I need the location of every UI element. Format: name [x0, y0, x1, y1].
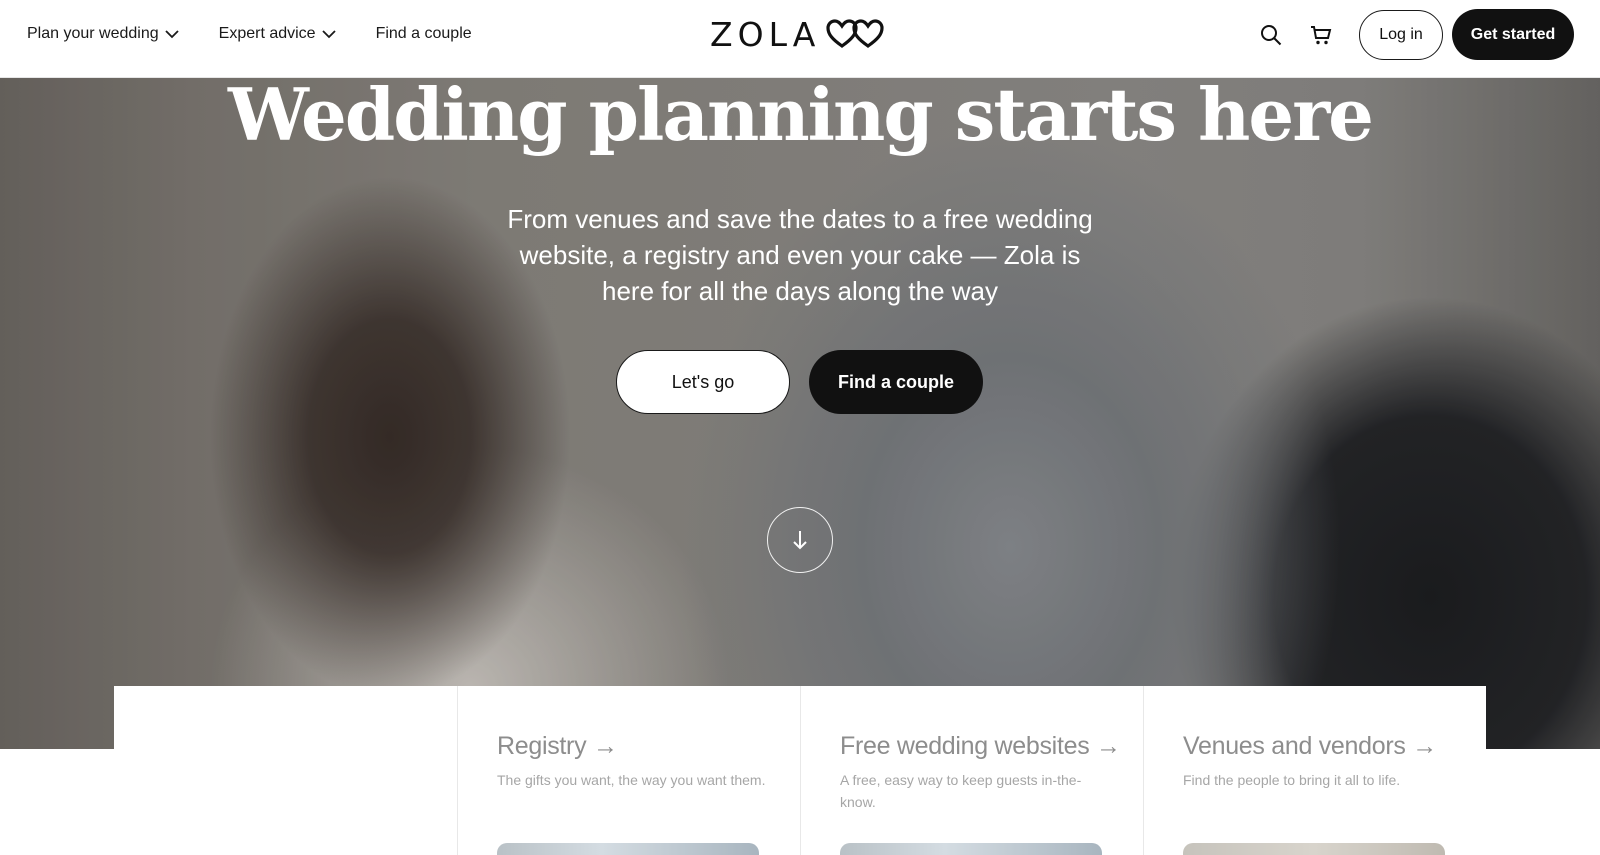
- nav-find-a-couple[interactable]: Find a couple: [376, 25, 472, 43]
- card-image: [497, 843, 759, 855]
- hero-title: Wedding planning starts here: [228, 77, 1374, 157]
- find-a-couple-button[interactable]: Find a couple: [809, 350, 983, 414]
- header-actions: Log in Get started: [1251, 9, 1574, 60]
- card-registry[interactable]: Registry → The gifts you want, the way y…: [457, 686, 800, 855]
- card-spacer: [114, 686, 457, 855]
- hero-section: Wedding planning starts here From venues…: [0, 77, 1600, 749]
- card-description: Find the people to bring it all to life.: [1183, 772, 1401, 788]
- nav-expert-advice[interactable]: Expert advice: [219, 25, 336, 43]
- primary-nav: Plan your wedding Expert advice Find a c…: [27, 0, 472, 68]
- nav-label: Find a couple: [375, 25, 472, 42]
- feature-cards: Registry → The gifts you want, the way y…: [114, 686, 1486, 855]
- arrow-right-icon: →: [1412, 732, 1437, 760]
- arrow-right-icon: →: [1096, 732, 1121, 760]
- arrow-right-icon: →: [592, 732, 618, 760]
- card-title: Free wedding websites →: [840, 732, 1121, 760]
- cart-icon: [1311, 25, 1332, 44]
- chevron-down-icon: [165, 30, 179, 39]
- card-description: The gifts you want, the way you want the…: [497, 772, 766, 788]
- nav-label: Expert advice: [218, 25, 316, 42]
- search-button[interactable]: [1251, 10, 1291, 60]
- arrow-down-icon: [793, 531, 807, 550]
- lets-go-button[interactable]: Let's go: [616, 350, 790, 414]
- cart-button[interactable]: [1301, 10, 1341, 60]
- hero-cta-group: Let's go Find a couple: [616, 350, 983, 414]
- card-venues-vendors[interactable]: Venues and vendors → Find the people to …: [1143, 686, 1486, 855]
- nav-plan-your-wedding[interactable]: Plan your wedding: [27, 25, 179, 43]
- card-image: [840, 843, 1102, 855]
- card-image: [1183, 843, 1445, 855]
- card-title: Registry →: [497, 732, 618, 760]
- card-description: A free, easy way to keep guests in-the-k…: [840, 772, 1082, 810]
- login-button[interactable]: Log in: [1359, 9, 1443, 60]
- hero-subtitle: From venues and save the dates to a free…: [507, 204, 1093, 306]
- card-title: Venues and vendors →: [1183, 732, 1437, 760]
- chevron-down-icon: [321, 30, 336, 39]
- card-wedding-websites[interactable]: Free wedding websites → A free, easy way…: [800, 686, 1143, 855]
- logo-text: ZOLA: [710, 14, 821, 54]
- scroll-down-button[interactable]: [767, 507, 833, 573]
- nav-label: Plan your wedding: [27, 25, 159, 42]
- hearts-logo-icon: [826, 19, 884, 48]
- zola-logo[interactable]: ZOLA: [710, 14, 888, 54]
- get-started-button[interactable]: Get started: [1452, 9, 1574, 60]
- search-icon: [1261, 24, 1282, 45]
- site-header: Plan your wedding Expert advice Find a c…: [0, 0, 1600, 78]
